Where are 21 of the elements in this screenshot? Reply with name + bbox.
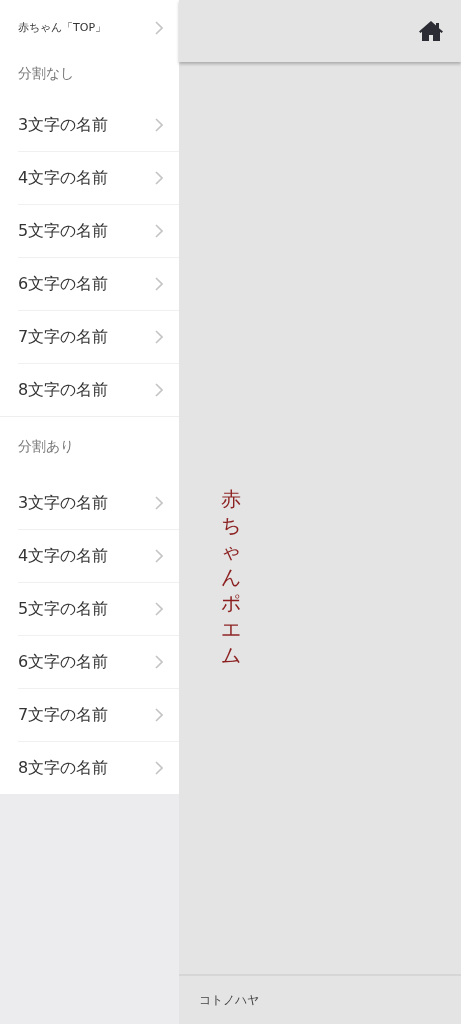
chevron-icon [155, 602, 163, 616]
chevron-icon [155, 761, 163, 775]
chevron-icon [155, 655, 163, 669]
chevron-icon [155, 383, 163, 397]
chevron-icon [155, 224, 163, 238]
sidebar-item[interactable]: 8文字の名前 [18, 364, 179, 416]
chevron-icon [155, 330, 163, 344]
section-header: 分割なし [18, 65, 74, 83]
section-header: 分割あり [18, 438, 74, 456]
footer-text: コトノハヤ [199, 991, 259, 1009]
chevron-icon [155, 708, 163, 722]
sidebar-item[interactable]: 8文字の名前 [18, 742, 179, 794]
chevron-icon [155, 20, 163, 35]
sidebar-item[interactable]: 赤ちゃん「TOP」 [18, 0, 179, 55]
chevron-icon [155, 118, 163, 132]
chevron-icon [155, 277, 163, 291]
chevron-icon [155, 171, 163, 185]
page-title: 赤ちゃんポエム [221, 486, 241, 668]
chevron-icon [155, 496, 163, 510]
chevron-icon [155, 549, 163, 563]
home-icon[interactable] [418, 20, 444, 42]
